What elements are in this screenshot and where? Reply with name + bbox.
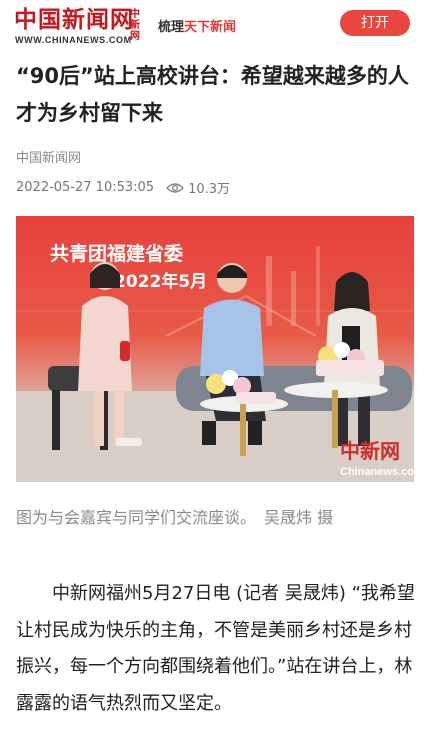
- slogan-right: 天下新闻: [184, 20, 237, 35]
- logo-side-text: 中新网: [130, 9, 140, 42]
- publish-datetime: 2022-05-27 10:53:05: [16, 180, 155, 195]
- slogan: 梳理天下新闻: [158, 16, 236, 35]
- photo-caption: 图为与会嘉宾与同学们交流座谈。 吴晟炜 摄: [16, 508, 334, 527]
- article-photo[interactable]: 共青团福建省委 2022年5月 中新网 Chinanews.co: [16, 216, 414, 482]
- top-bar: 中国新闻网 中新网 WWW.CHINANEWS.COM 梳理天下新闻 打开: [0, 0, 430, 50]
- slogan-left: 梳理: [158, 20, 185, 35]
- article-paragraph: 中新网福州5月27日电 (记者 吴晟炜) “我希望让村民成为快乐的主角，不管是美…: [16, 583, 415, 714]
- logo-url: WWW.CHINANEWS.COM: [15, 35, 132, 45]
- photo-illustration: 共青团福建省委 2022年5月 中新网 Chinanews.co: [16, 242, 414, 482]
- watermark-url: Chinanews.com: [340, 466, 414, 478]
- eye-icon: [166, 182, 185, 193]
- article-source: 中国新闻网: [16, 151, 82, 166]
- article-title: “90后”站上高校讲台：希望越来越多的人才为乡村留下来: [16, 64, 409, 125]
- view-count: 10.3万: [188, 182, 231, 197]
- watermark-logo: 中新网: [340, 439, 400, 463]
- banner-line1: 共青团福建省委: [50, 242, 183, 265]
- banner-line2: 2022年5月: [114, 271, 207, 292]
- article-meta: 2022-05-27 10:53:05 10.3万: [16, 178, 230, 197]
- open-app-button[interactable]: 打开: [340, 10, 410, 36]
- chinanews-logo[interactable]: 中国新闻网: [14, 7, 134, 33]
